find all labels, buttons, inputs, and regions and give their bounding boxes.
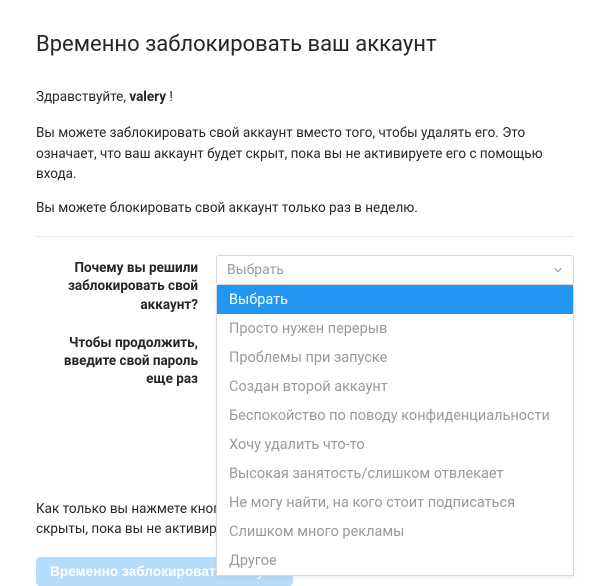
dropdown-option[interactable]: Высокая занятость/слишком отвлекает [217, 459, 573, 488]
dropdown-option[interactable]: Проблемы при запуске [217, 343, 573, 372]
info-paragraph-1: Вы можете заблокировать свой аккаунт вме… [36, 123, 574, 184]
greeting-prefix: Здравствуйте, [36, 89, 129, 105]
reason-dropdown: Выбрать Просто нужен перерыв Проблемы пр… [216, 285, 574, 576]
dropdown-option[interactable]: Создан второй аккаунт [217, 372, 573, 401]
chevron-down-icon [553, 265, 563, 275]
greeting-line: Здравствуйте, valery ! [36, 87, 574, 107]
reason-label: Почему вы решили заблокировать свой акка… [36, 255, 216, 314]
dropdown-option[interactable]: Просто нужен перерыв [217, 314, 573, 343]
info-paragraph-2: Вы можете блокировать свой аккаунт тольк… [36, 198, 574, 218]
page-title: Временно заблокировать ваш аккаунт [36, 28, 574, 61]
dropdown-option[interactable]: Выбрать [217, 285, 573, 314]
dropdown-option[interactable]: Беспокойство по поводу конфиденциальност… [217, 401, 573, 430]
reason-select[interactable]: Выбрать [216, 255, 574, 285]
dropdown-option[interactable]: Другое [217, 546, 573, 575]
reason-control: Выбрать Выбрать Просто нужен перерыв Про… [216, 255, 574, 285]
username: valery [129, 89, 166, 105]
dropdown-option[interactable]: Хочу удалить что-то [217, 430, 573, 459]
greeting-suffix: ! [166, 89, 173, 105]
password-label: Чтобы продолжить, введите свой пароль ещ… [36, 330, 216, 389]
divider [36, 236, 574, 237]
reason-row: Почему вы решили заблокировать свой акка… [36, 255, 574, 314]
dropdown-option[interactable]: Слишком много рекламы [217, 517, 573, 546]
reason-select-value: Выбрать [227, 260, 284, 281]
dropdown-option[interactable]: Не могу найти, на кого стоит подписаться [217, 488, 573, 517]
